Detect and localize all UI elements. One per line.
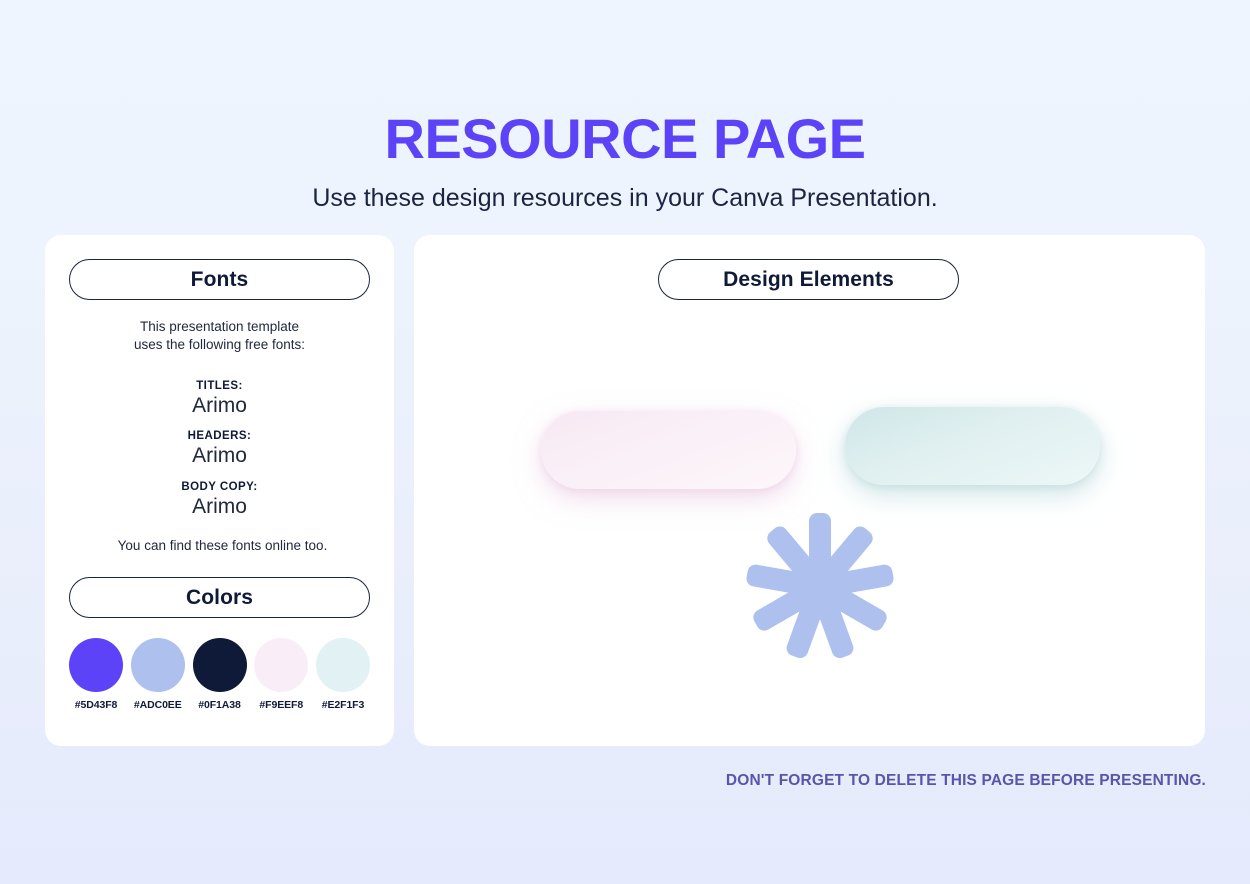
font-group-body-copy: BODY COPY: Arimo (45, 480, 394, 520)
color-hex-3: #0F1A38 (198, 699, 241, 711)
color-dot-mint (316, 638, 370, 692)
font-label-body-copy: BODY COPY: (181, 481, 258, 493)
font-value-headers: Arimo (192, 444, 247, 468)
design-elements-heading-label: Design Elements (723, 267, 894, 291)
delete-page-reminder: DON'T FORGET TO DELETE THIS PAGE BEFORE … (725, 772, 1206, 789)
fonts-intro-line-2: uses the following free fonts: (133, 336, 306, 352)
font-label-titles: TITLES: (196, 380, 243, 392)
fonts-intro: This presentation template uses the foll… (45, 318, 394, 353)
rounded-pill-pink-shape (541, 411, 796, 489)
color-dot-pink (254, 638, 309, 692)
font-group-titles: TITLES: Arimo (45, 379, 394, 419)
color-swatch-1: #5D43F8 (69, 638, 123, 711)
page-header: RESOURCE PAGE Use these design resources… (0, 0, 1250, 213)
color-hex-5: #E2F1F3 (321, 699, 365, 711)
color-hex-4: #F9EEF8 (259, 699, 304, 711)
fonts-and-colors-card: Fonts This presentation template uses th… (45, 235, 394, 746)
color-hex-1: #5D43F8 (74, 699, 118, 711)
fonts-heading-label: Fonts (190, 267, 249, 291)
font-value-titles: Arimo (192, 394, 247, 418)
design-elements-section-heading: Design Elements (658, 259, 959, 300)
font-group-headers: HEADERS: Arimo (45, 429, 394, 469)
color-hex-2: #ADC0EE (133, 699, 182, 711)
rounded-pill-teal-shape (845, 407, 1100, 485)
font-value-body-copy: Arimo (192, 495, 247, 519)
color-swatch-row: #5D43F8 #ADC0EE #0F1A38 #F9EEF8 #E2F1F3 (69, 638, 370, 711)
asterisk-icon (746, 513, 894, 659)
fonts-availability-note: You can find these fonts online too. (117, 538, 328, 553)
page-subtitle: Use these design resources in your Canva… (312, 183, 938, 212)
color-dot-light-blue (130, 638, 185, 692)
color-dot-navy (192, 638, 247, 692)
color-swatch-2: #ADC0EE (130, 638, 185, 711)
color-swatch-4: #F9EEF8 (254, 638, 309, 711)
color-swatch-5: #E2F1F3 (316, 638, 370, 711)
color-swatch-3: #0F1A38 (192, 638, 247, 711)
color-dot-purple (69, 638, 123, 692)
colors-heading-label: Colors (185, 585, 254, 609)
page-title: RESOURCE PAGE (384, 107, 866, 170)
colors-section-heading: Colors (69, 577, 370, 618)
fonts-intro-line-1: This presentation template (139, 319, 300, 334)
design-elements-card: Design Elements (414, 235, 1205, 746)
fonts-section-heading: Fonts (69, 259, 370, 300)
asterisk-burst-shape (744, 507, 896, 667)
font-label-headers: HEADERS: (187, 430, 252, 442)
